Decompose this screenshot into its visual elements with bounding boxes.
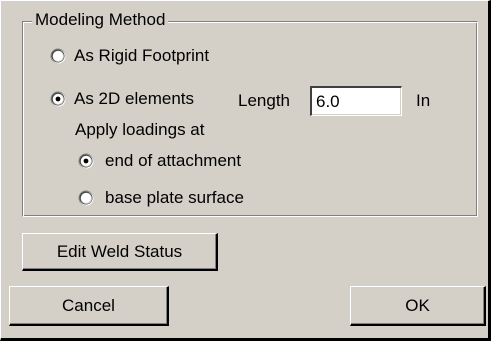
radio-selected-icon[interactable] [50,91,66,107]
2d-elements-label: As 2D elements [74,89,194,108]
apply-loadings-label: Apply loadings at [75,120,205,139]
ok-button[interactable]: OK [350,286,486,326]
base-plate-surface-label: base plate surface [105,188,244,207]
radio-selected-icon[interactable] [78,153,94,169]
end-of-attachment-option[interactable]: end of attachment [78,151,241,171]
modeling-dialog: Modeling Method As Rigid Footprint As 2D… [0,0,491,341]
length-input[interactable] [310,86,402,116]
length-label: Length [238,91,290,110]
base-plate-surface-option[interactable]: base plate surface [78,188,244,208]
group-title: Modeling Method [32,10,169,30]
2d-elements-option[interactable]: As 2D elements [50,89,194,109]
edit-weld-status-button[interactable]: Edit Weld Status [22,233,218,271]
rigid-footprint-option[interactable]: As Rigid Footprint [50,46,209,66]
rigid-footprint-label: As Rigid Footprint [74,46,210,65]
end-of-attachment-label: end of attachment [105,151,242,170]
radio-unselected-icon[interactable] [50,48,66,64]
length-unit-label: In [416,91,431,110]
cancel-button[interactable]: Cancel [9,286,169,326]
radio-unselected-icon[interactable] [78,190,94,206]
